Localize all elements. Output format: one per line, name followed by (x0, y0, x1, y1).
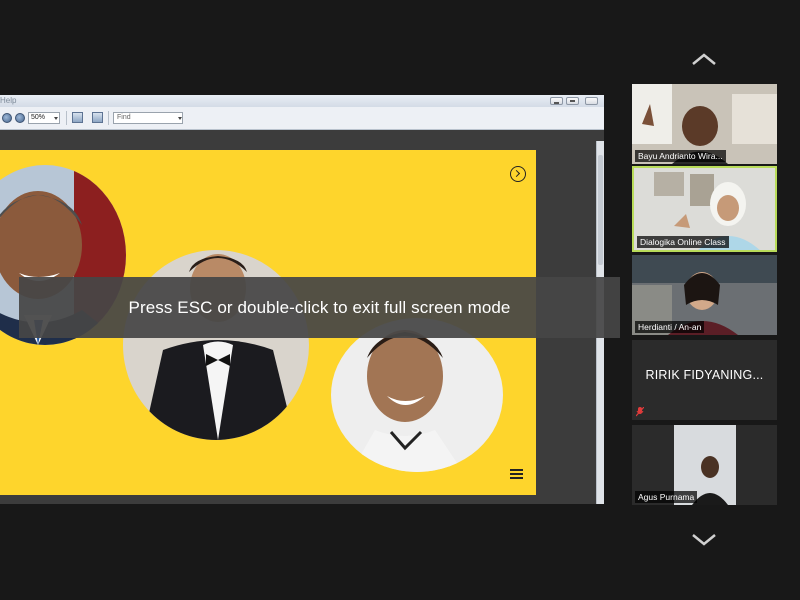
toolbar-divider (108, 111, 109, 125)
find-input[interactable]: Find (113, 112, 183, 124)
participant-name: Agus Purnama (635, 491, 698, 503)
restore-button[interactable] (566, 97, 579, 105)
participant-name: Herdianti / An-an (635, 321, 705, 333)
portrait-photo (351, 330, 463, 472)
participant-tile[interactable]: Bayu Andrianto Wira... (632, 84, 777, 164)
scrollbar-thumb[interactable] (598, 155, 603, 265)
participant-tile[interactable]: Herdianti / An-an (632, 255, 777, 335)
participant-name: Bayu Andrianto Wira... (635, 150, 726, 162)
find-dropdown-icon[interactable] (178, 117, 182, 120)
zoom-dropdown-icon[interactable] (54, 117, 58, 120)
muted-mic-icon (636, 407, 644, 417)
fit-page-icon[interactable] (92, 112, 103, 123)
hamburger-menu-icon[interactable] (510, 469, 523, 480)
close-button[interactable] (585, 97, 598, 105)
participant-display-name: RIRIK FIDYANING... (645, 368, 764, 382)
next-slide-icon[interactable] (510, 166, 526, 182)
portrait-circle (331, 318, 503, 472)
fullscreen-exit-toast: Press ESC or double-click to exit full s… (19, 277, 620, 338)
participant-tile-no-video[interactable]: RIRIK FIDYANING... (632, 340, 777, 420)
participant-tile[interactable]: Agus Purnama (632, 425, 777, 505)
viewer-toolbar: 50% Find (0, 107, 604, 130)
menu-help[interactable]: Help (0, 96, 16, 105)
zoom-out-icon[interactable] (2, 113, 12, 123)
save-icon[interactable] (72, 112, 83, 123)
scroll-up-chevron-icon[interactable] (691, 52, 717, 66)
participant-name: Dialogika Online Class (637, 236, 729, 248)
minimize-button[interactable] (550, 97, 563, 105)
scroll-down-chevron-icon[interactable] (691, 533, 717, 547)
participant-tile-active[interactable]: Dialogika Online Class (632, 166, 777, 252)
toolbar-divider (66, 111, 67, 125)
zoom-in-icon[interactable] (15, 113, 25, 123)
